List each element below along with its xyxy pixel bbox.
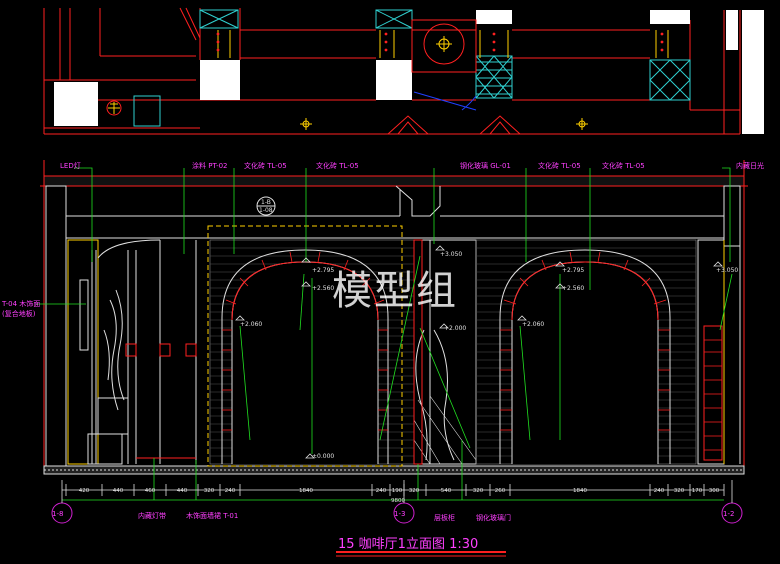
label-hidden-light: 内藏日光 <box>736 161 764 170</box>
dim-7: 240 <box>376 488 387 494</box>
label-tile-1: 文化砖 TL-05 <box>244 161 287 170</box>
label-tile-4: 文化砖 TL-05 <box>602 161 645 170</box>
dim-9: 320 <box>409 488 420 494</box>
level-3: +2.060 <box>240 321 262 328</box>
level-2: +2.560 <box>312 285 334 292</box>
label-strip: 内藏灯带 <box>138 511 166 520</box>
level-1: +2.795 <box>312 267 334 274</box>
axis-marker-2: 1-3 <box>394 510 405 518</box>
label-wood-line2: (复合地板) <box>2 309 36 318</box>
plan-view <box>43 7 764 135</box>
label-tile-2: 文化砖 TL-05 <box>316 161 359 170</box>
dim-17: 300 <box>709 488 720 494</box>
elevation-view <box>36 160 748 557</box>
label-wood-wall: 木饰面墙裙 T-01 <box>186 511 238 520</box>
axis-marker-3: 1-2 <box>723 510 734 518</box>
dim-16: 170 <box>692 488 703 494</box>
dim-3: 440 <box>177 488 188 494</box>
level-6: +2.795 <box>562 267 584 274</box>
dim-0: 420 <box>79 488 90 494</box>
dim-2: 460 <box>145 488 156 494</box>
level-4: +3.050 <box>440 251 462 258</box>
dim-13: 1840 <box>573 488 587 494</box>
level-9: +3.050 <box>716 267 738 274</box>
drawing-title: 15 咖啡厅1立面图 1:30 <box>338 537 478 552</box>
dim-6: 1840 <box>299 488 313 494</box>
label-tile-3: 文化砖 TL-05 <box>538 161 581 170</box>
section-marker-bottom: 1-08 <box>259 207 273 214</box>
dim-10: 540 <box>441 488 452 494</box>
level-10: ±0.000 <box>312 453 334 460</box>
dim-12: 260 <box>495 488 506 494</box>
dim-8: 190 <box>392 488 403 494</box>
dim-5: 240 <box>225 488 236 494</box>
axis-marker-1: 1-8 <box>52 510 63 518</box>
dim-4: 320 <box>204 488 215 494</box>
label-glass: 钢化玻璃 GL-01 <box>460 161 511 170</box>
dim-total: 9800 <box>391 498 405 504</box>
dim-15: 320 <box>674 488 685 494</box>
label-shelf: 层板柜 <box>434 513 455 522</box>
label-glass-door: 钢化玻璃门 <box>476 513 511 522</box>
level-7: +2.560 <box>562 285 584 292</box>
section-marker-top: 1-B <box>261 199 271 206</box>
dim-14: 240 <box>654 488 665 494</box>
level-5: +2.000 <box>444 325 466 332</box>
dim-11: 320 <box>473 488 484 494</box>
label-wood-line1: T-04 木饰面 <box>1 299 40 308</box>
dim-1: 440 <box>113 488 124 494</box>
level-8: +2.060 <box>522 321 544 328</box>
elevation-drawing: LED灯 涂料 PT-02 文化砖 TL-05 文化砖 TL-05 钢化玻璃 G… <box>1 7 764 557</box>
label-led: LED灯 <box>60 161 81 170</box>
label-paint: 涂料 PT-02 <box>192 161 228 170</box>
